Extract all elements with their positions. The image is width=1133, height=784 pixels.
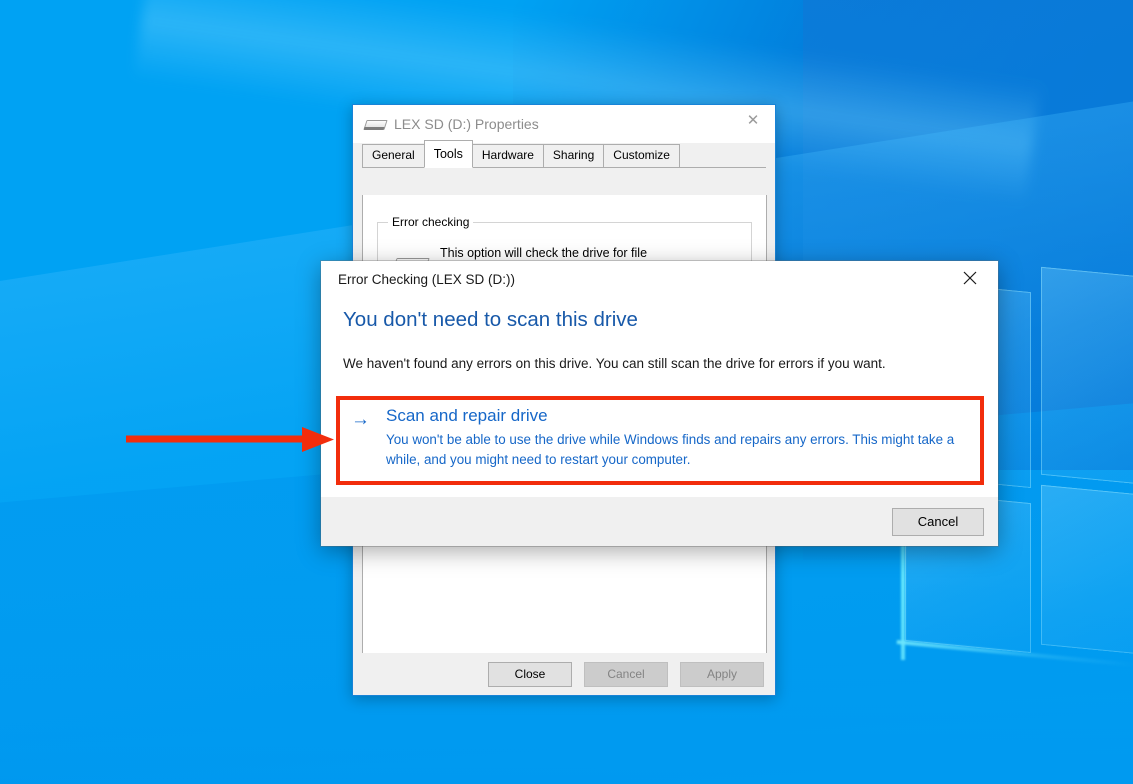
- wallpaper-window-pane-top-right: [1041, 267, 1133, 489]
- arrow-right-icon: →: [351, 409, 370, 431]
- properties-window-title: LEX SD (D:) Properties: [394, 116, 539, 132]
- scan-and-repair-drive-label: Scan and repair drive: [386, 404, 976, 428]
- scan-and-repair-drive-description: You won't be able to use the drive while…: [386, 430, 976, 470]
- close-button[interactable]: Close: [488, 662, 572, 687]
- tab-tools[interactable]: Tools: [424, 140, 473, 168]
- error-checking-heading: You don't need to scan this drive: [343, 307, 976, 333]
- tab-customize[interactable]: Customize: [603, 144, 680, 167]
- annotation-arrow-icon: [124, 424, 339, 454]
- properties-tab-strip: General Tools Hardware Sharing Customize: [362, 143, 766, 168]
- tab-general[interactable]: General: [362, 144, 425, 167]
- properties-footer: Close Cancel Apply: [353, 653, 775, 695]
- tab-hardware[interactable]: Hardware: [472, 144, 544, 167]
- error-checking-content: You don't need to scan this drive We hav…: [321, 297, 998, 373]
- error-checking-title-bar: Error Checking (LEX SD (D:)): [321, 261, 998, 297]
- error-checking-subtext: We haven't found any errors on this driv…: [343, 355, 976, 373]
- apply-button: Apply: [680, 662, 764, 687]
- error-checking-dialog-title: Error Checking (LEX SD (D:)): [338, 272, 515, 287]
- scan-and-repair-drive-action[interactable]: → Scan and repair drive You won't be abl…: [344, 404, 976, 477]
- cancel-button: Cancel: [584, 662, 668, 687]
- removable-drive-icon: [364, 117, 386, 131]
- error-checking-footer: Cancel: [321, 497, 998, 546]
- error-checking-group-label: Error checking: [388, 215, 473, 229]
- close-icon-glyph: [963, 271, 977, 285]
- close-icon[interactable]: [949, 263, 991, 293]
- properties-title-bar: LEX SD (D:) Properties ✕: [353, 105, 775, 143]
- tab-sharing[interactable]: Sharing: [543, 144, 604, 167]
- close-icon[interactable]: ✕: [731, 105, 775, 135]
- cancel-button[interactable]: Cancel: [892, 508, 984, 536]
